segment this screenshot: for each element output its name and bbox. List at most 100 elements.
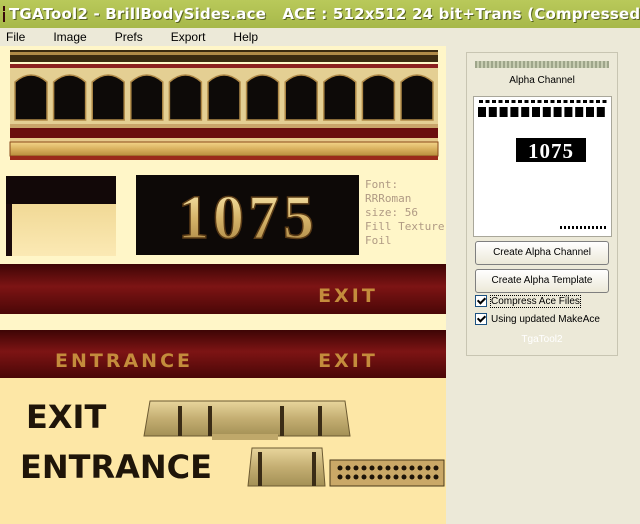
makeace-checkbox[interactable]: Using updated MakeAce <box>475 313 600 325</box>
makeace-check-icon[interactable] <box>475 313 487 325</box>
menu-export[interactable]: Export <box>171 30 206 44</box>
alpha-window-block <box>553 107 562 117</box>
alpha-window-block <box>521 107 530 117</box>
alpha-window-block <box>586 107 594 117</box>
vent-hole <box>369 465 375 471</box>
vent-hole <box>401 465 407 471</box>
alpha-window-block <box>596 107 605 117</box>
vent-hole <box>393 465 399 471</box>
car-window <box>284 74 318 121</box>
vent-hole <box>353 465 359 471</box>
entrance-sign-small: ENTRANCE <box>55 350 193 372</box>
car-window <box>245 74 280 121</box>
alpha-dash <box>485 100 490 103</box>
vent-hole <box>409 474 415 480</box>
alpha-dash <box>557 100 561 103</box>
alpha-window-block <box>532 107 540 117</box>
car-window <box>323 74 357 121</box>
menu-image[interactable]: Image <box>53 30 86 44</box>
alpha-dash <box>602 100 607 103</box>
create-alpha-template-button[interactable]: Create Alpha Template <box>475 269 609 293</box>
exit-sign-big: EXIT <box>26 398 106 436</box>
compress-ace-checkbox[interactable]: Compress Ace Files <box>475 294 581 308</box>
alpha-dot <box>576 226 578 229</box>
vent-hole <box>345 474 351 480</box>
vent-hole <box>377 474 383 480</box>
compress-ace-label: Compress Ace Files <box>490 294 581 308</box>
vent-hole <box>385 465 391 471</box>
alpha-window-block <box>499 107 508 117</box>
font-info-line-1: Font: <box>365 178 398 191</box>
alpha-dash <box>524 100 529 103</box>
alpha-dash <box>505 100 509 103</box>
vent-hole <box>433 465 439 471</box>
car-window <box>14 74 48 121</box>
texture-canvas[interactable]: 1075 Font: RRRoman size: 56 Fill Texture… <box>0 46 446 524</box>
alpha-panel: Alpha Channel 1075 Create Alpha Channel … <box>466 52 618 356</box>
alpha-dash <box>518 100 522 103</box>
font-info-line-3: size: 56 <box>365 206 418 219</box>
vent-hole <box>385 474 391 480</box>
alpha-dot <box>604 226 606 229</box>
alpha-dash <box>576 100 581 103</box>
alpha-window-block <box>542 107 551 117</box>
vent-hole <box>361 465 367 471</box>
menu-help[interactable]: Help <box>233 30 258 44</box>
vent-hole <box>345 465 351 471</box>
vent-hole <box>393 474 399 480</box>
exit-sign-1: EXIT <box>318 285 378 307</box>
menu-bar: File Image Prefs Export Help <box>0 28 640 46</box>
alpha-dash <box>596 100 600 103</box>
car-window <box>361 74 396 121</box>
window-title: TGATool2 - BrillBodySides.ace ACE : 512x… <box>9 5 640 23</box>
entrance-sign-big: ENTRANCE <box>20 448 212 486</box>
create-alpha-channel-button[interactable]: Create Alpha Channel <box>475 241 609 265</box>
alpha-dash <box>498 100 503 103</box>
compress-ace-check-icon[interactable] <box>475 295 487 307</box>
alpha-dash <box>583 100 587 103</box>
vent-hole <box>361 474 367 480</box>
menu-prefs[interactable]: Prefs <box>115 30 143 44</box>
alpha-window-block <box>488 107 497 117</box>
alpha-window-block <box>564 107 573 117</box>
alpha-dot <box>584 226 586 229</box>
vent-hole <box>417 474 423 480</box>
vent-hole <box>417 465 423 471</box>
alpha-dash <box>589 100 594 103</box>
vent-hole <box>377 465 383 471</box>
car-window <box>400 74 434 121</box>
alpha-dash <box>531 100 535 103</box>
texture-image: 1075 Font: RRRoman size: 56 Fill Texture… <box>0 46 446 524</box>
panel-footer: TgaTool2 <box>521 334 563 345</box>
car-window <box>168 74 203 121</box>
app-icon[interactable] <box>3 6 5 22</box>
car-window <box>130 74 164 121</box>
font-info-line-2: RRRoman <box>365 192 411 205</box>
alpha-channel-title: Alpha Channel <box>509 75 575 86</box>
alpha-preview-number: 1075 <box>528 139 574 163</box>
alpha-preview-image: 1075 <box>474 97 611 236</box>
alpha-dot <box>560 226 562 229</box>
vent-hole <box>425 465 431 471</box>
alpha-dot <box>564 226 566 229</box>
alpha-window-block <box>575 107 584 117</box>
exit-sign-2: EXIT <box>318 350 378 372</box>
alpha-dot <box>572 226 574 229</box>
car-windows <box>14 74 434 121</box>
car-window <box>52 74 87 121</box>
makeace-label: Using updated MakeAce <box>491 313 600 325</box>
number-plate-text: 1075 <box>178 184 318 252</box>
alpha-dash <box>570 100 574 103</box>
font-info-line-5: Foil <box>365 234 392 247</box>
menu-file[interactable]: File <box>6 30 25 44</box>
vent-hole <box>369 474 375 480</box>
alpha-preview: 1075 <box>473 96 612 237</box>
vent-hole <box>401 474 407 480</box>
alpha-dash <box>537 100 542 103</box>
alpha-dot <box>568 226 570 229</box>
alpha-dash <box>563 100 568 103</box>
alpha-dot <box>580 226 582 229</box>
vent-hole <box>337 474 343 480</box>
title-bar: TGATool2 - BrillBodySides.ace ACE : 512x… <box>0 0 640 28</box>
alpha-dot <box>588 226 590 229</box>
